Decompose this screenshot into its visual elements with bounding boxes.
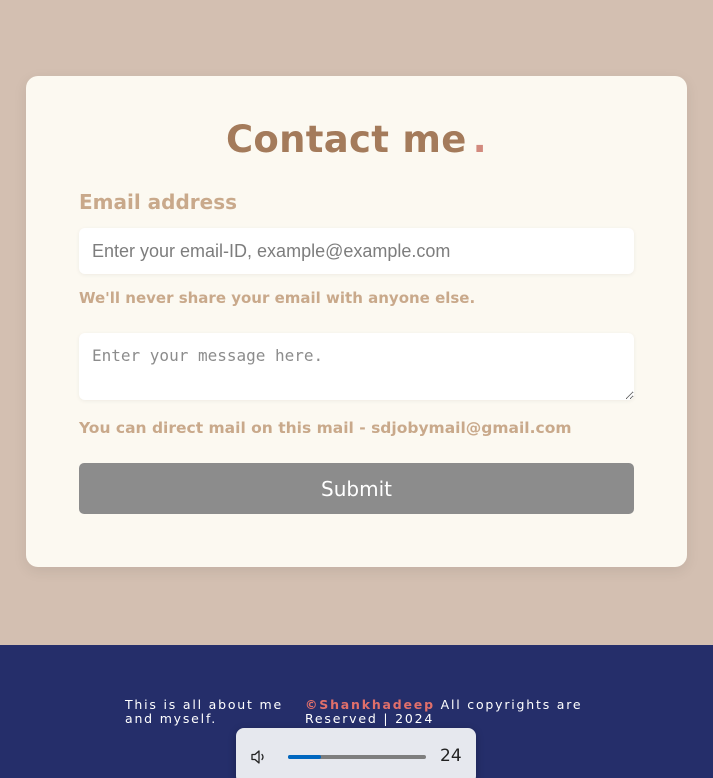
volume-slider-fill	[288, 755, 322, 759]
title-text: Contact me	[225, 118, 467, 161]
direct-mail-note: You can direct mail on this mail - sdjob…	[79, 419, 572, 437]
footer-brand: ©Shankhadeep	[305, 697, 435, 712]
contact-card: Contact me. Email address We'll never sh…	[26, 76, 687, 567]
volume-slider[interactable]	[288, 755, 426, 759]
message-textarea[interactable]	[79, 333, 634, 400]
email-input[interactable]	[79, 228, 634, 274]
title-dot: .	[472, 118, 488, 161]
volume-flyout: 24	[236, 728, 476, 778]
footer-copyright: ©Shankhadeep All copyrights are Reserved…	[305, 698, 605, 726]
volume-level: 24	[440, 746, 462, 766]
footer-about-text: This is all about me and myself.	[125, 697, 283, 726]
email-label: Email address	[79, 190, 238, 214]
email-help-text: We'll never share your email with anyone…	[79, 289, 476, 307]
speaker-icon[interactable]	[250, 748, 268, 766]
page-title: Contact me.	[26, 118, 687, 161]
submit-button[interactable]: Submit	[79, 463, 634, 514]
